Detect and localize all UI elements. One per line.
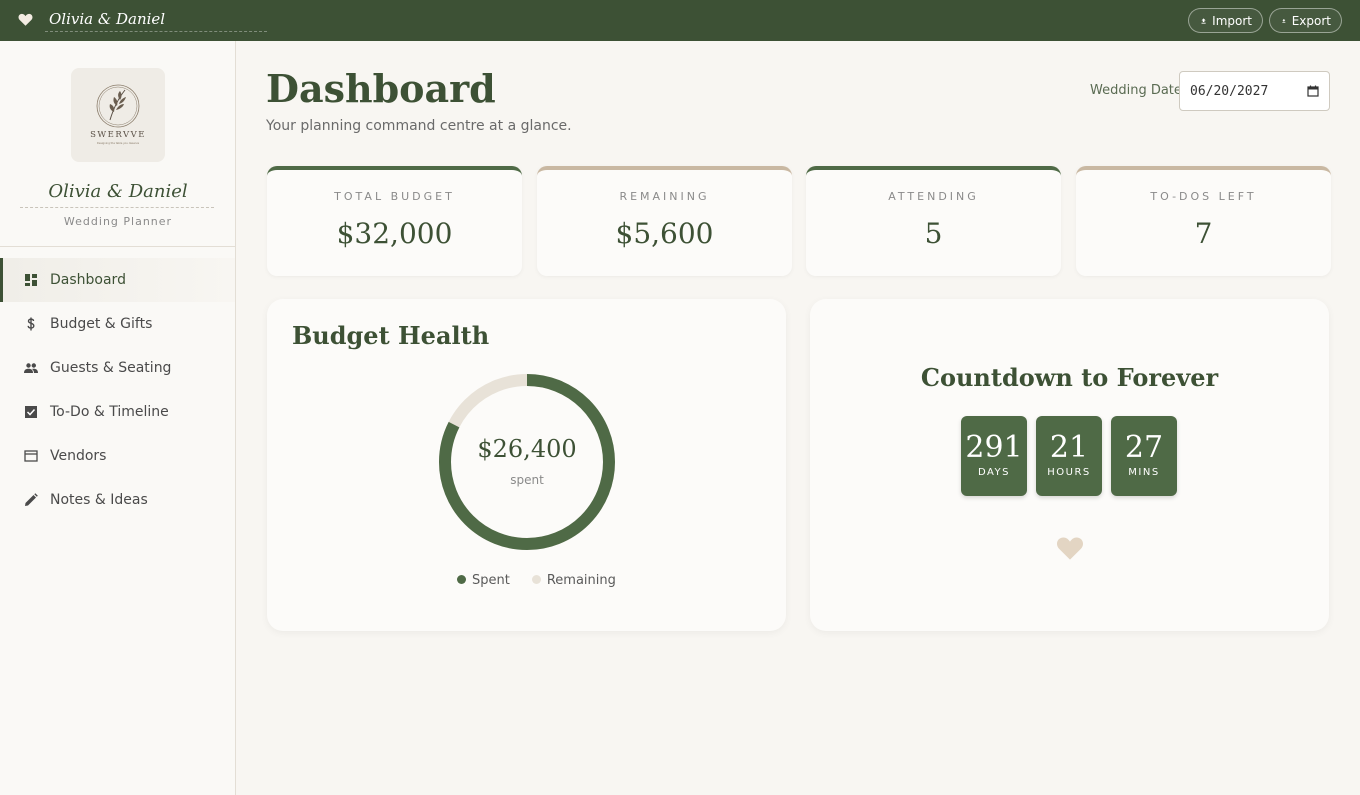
import-label: Import (1212, 13, 1252, 28)
dashboard-icon (25, 274, 37, 286)
countdown-hours-label: HOURS (1047, 467, 1091, 478)
page-subtitle: Your planning command centre at a glance… (266, 118, 572, 134)
stat-card-total-budget: TOTAL BUDGET $32,000 (267, 166, 522, 276)
spent-caption: spent (510, 473, 544, 487)
export-button[interactable]: Export (1269, 8, 1342, 33)
stat-card-attending: ATTENDING 5 (806, 166, 1061, 276)
sidebar: SWERVVE Designing the table you deserve … (0, 41, 236, 795)
sidebar-item-todo[interactable]: To-Do & Timeline (0, 390, 235, 434)
countdown-hours-value: 21 (1049, 430, 1089, 465)
stat-label: TOTAL BUDGET (334, 190, 455, 203)
sidebar-item-vendors[interactable]: Vendors (0, 434, 235, 478)
store-icon (24, 450, 38, 462)
import-button[interactable]: Import (1188, 8, 1263, 33)
page-title: Dashboard (266, 66, 496, 111)
sidebar-item-guests[interactable]: Guests & Seating (0, 346, 235, 390)
download-icon (1282, 18, 1286, 23)
stat-value: 7 (1194, 217, 1213, 250)
sidebar-item-label: Notes & Ideas (50, 492, 148, 508)
stat-value: 5 (924, 217, 943, 250)
calendar-icon[interactable] (1307, 85, 1319, 97)
wedding-date-value: 06/20/2027 (1190, 83, 1269, 99)
sidebar-item-label: Guests & Seating (50, 360, 172, 376)
countdown-days: 291 DAYS (961, 416, 1027, 496)
stat-label: ATTENDING (888, 190, 979, 203)
wedding-date-label: Wedding Date (1090, 83, 1182, 98)
export-label: Export (1291, 13, 1331, 28)
budget-health-card: Budget Health $26,400 spent Spent Remain… (267, 299, 786, 631)
sidebar-item-label: Dashboard (50, 272, 126, 288)
sidebar-item-label: Budget & Gifts (50, 316, 153, 332)
sidebar-couple-name: Olivia & Daniel (48, 181, 188, 202)
top-bar: Olivia & Daniel Import Export (0, 0, 1360, 41)
countdown-hours: 21 HOURS (1036, 416, 1102, 496)
countdown-card: Countdown to Forever 291 DAYS 21 HOURS 2… (810, 299, 1329, 631)
brand-logo: SWERVVE Designing the table you deserve (71, 68, 165, 162)
stat-label: TO-DOS LEFT (1150, 190, 1257, 203)
legend-remaining: Remaining (531, 573, 616, 588)
sidebar-item-dashboard[interactable]: Dashboard (0, 258, 235, 302)
stat-label: REMAINING (619, 190, 710, 203)
countdown-title: Countdown to Forever (920, 363, 1219, 392)
legend-spent: Spent (457, 573, 510, 588)
countdown-days-value: 291 (965, 430, 1023, 465)
heart-icon (1056, 537, 1084, 560)
pencil-icon (25, 493, 38, 506)
sidebar-role: Wedding Planner (63, 215, 173, 228)
upload-icon (1201, 17, 1206, 24)
countdown-boxes: 291 DAYS 21 HOURS 27 MINS (961, 416, 1177, 496)
wedding-date-input[interactable]: 06/20/2027 (1179, 71, 1330, 111)
logo-wordmark: SWERVVE (90, 130, 146, 140)
logo-tagline: Designing the table you deserve (97, 141, 140, 145)
budget-health-title: Budget Health (292, 321, 490, 350)
spent-amount: $26,400 (477, 435, 577, 463)
stat-card-remaining: REMAINING $5,600 (537, 166, 792, 276)
couple-name-field[interactable]: Olivia & Daniel (45, 8, 267, 32)
sidebar-item-notes[interactable]: Notes & Ideas (0, 478, 235, 522)
legend-remaining-label: Remaining (546, 573, 616, 588)
donut-legend: Spent Remaining (457, 573, 616, 588)
stat-value: $5,600 (615, 217, 714, 250)
countdown-mins-value: 27 (1124, 430, 1164, 465)
heart-icon (18, 13, 33, 26)
countdown-mins-label: MINS (1128, 467, 1160, 478)
stat-value: $32,000 (336, 217, 453, 250)
dollar-icon (27, 317, 35, 331)
sidebar-divider (0, 246, 235, 247)
sidebar-nav: Dashboard Budget & Gifts Guests & Seatin… (0, 258, 235, 522)
people-icon (24, 363, 38, 373)
sidebar-item-label: To-Do & Timeline (50, 404, 169, 420)
name-underline (20, 207, 214, 208)
sidebar-item-budget[interactable]: Budget & Gifts (0, 302, 235, 346)
checkbox-icon (25, 406, 37, 418)
countdown-days-label: DAYS (977, 467, 1011, 478)
sidebar-item-label: Vendors (50, 448, 107, 464)
stat-card-todos-left: TO-DOS LEFT 7 (1076, 166, 1331, 276)
legend-spent-label: Spent (472, 573, 510, 588)
countdown-mins: 27 MINS (1111, 416, 1177, 496)
